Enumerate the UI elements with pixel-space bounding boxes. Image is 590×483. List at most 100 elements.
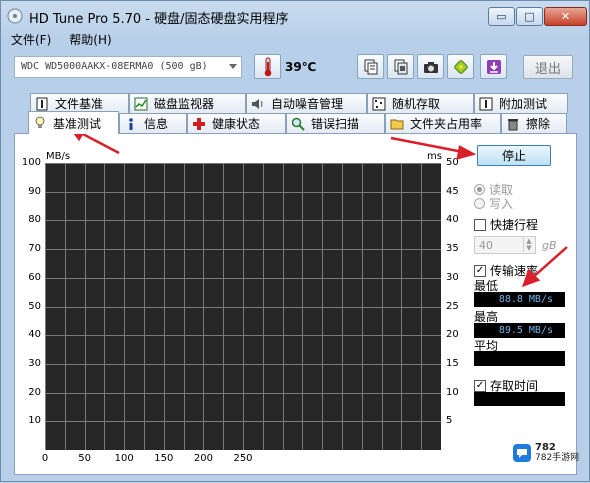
tab-health[interactable]: 健康状态 [187,113,286,133]
transfer-rate-box: ✓ [474,264,486,277]
thermometer-icon [264,57,271,76]
y-tick-left: 20 [28,386,41,398]
chevron-down-icon [229,64,237,69]
y-tick-left: 30 [28,357,41,369]
benchmark-chart [45,163,442,451]
menu-help[interactable]: 帮助(H) [69,31,111,49]
y-tick-right: 25 [446,300,459,312]
tab-folder-usage[interactable]: 文件夹占用率 [385,113,501,133]
folder-icon [390,119,404,129]
y-tick-right: 10 [446,386,459,398]
logo-icon [513,444,531,462]
download-icon [486,59,501,74]
app-icon [7,8,23,24]
quick-stroke-label: 快捷行程 [490,218,539,232]
screenshot-button[interactable] [417,54,444,79]
access-time-readout [474,392,565,406]
extra-tests-icon [479,97,493,110]
spin-arrows-icon[interactable]: ▲ ▼ [523,238,534,252]
tab-info[interactable]: 信息 [119,113,187,133]
quick-stroke-checkbox[interactable]: 快捷行程 [474,216,538,233]
x-tick: 100 [114,453,134,464]
write-radio[interactable]: 写入 [474,195,513,212]
y-tick-right: 35 [446,243,459,255]
read-radio-dot [474,184,485,195]
chart-grid [45,163,442,451]
menu-file[interactable]: 文件(F) [11,31,51,49]
tab-error-scan[interactable]: 错误扫描 [286,113,385,133]
min-readout: 88.8 MB/s [474,292,565,307]
y-tick-left: 80 [28,214,41,226]
drive-select-value: WDC WD5000AAKX-08ERMA0 (500 gB) [21,61,208,72]
minimize-button[interactable]: ▭ [488,7,515,26]
tab-random-access[interactable]: 随机存取 [367,93,474,113]
tab-noise-management[interactable]: 自动噪音管理 [246,93,367,113]
y-tick-left: 70 [28,243,41,255]
y-tick-left: 100 [21,157,41,168]
copy-info-button[interactable] [357,54,384,79]
quick-stroke-box [474,218,486,231]
stop-label: 停止 [501,149,526,163]
copy-screen-icon [394,59,407,74]
tab-disk-monitor[interactable]: 磁盘监视器 [129,93,246,113]
tab-extra-tests[interactable]: 附加测试 [474,93,568,113]
y-tick-left: 10 [28,415,41,427]
trash-icon [508,118,518,130]
y-tick-right: 20 [446,329,459,341]
y-tick-right: 5 [446,415,453,427]
y-axis-unit-left: MB/s [46,151,71,162]
minimize-icon: ▭ [496,10,507,23]
logo-site: 782手游网 [535,453,580,463]
stop-button[interactable]: 停止 [477,145,551,166]
copy-info-icon [364,59,377,74]
drive-select[interactable]: WDC WD5000AAKX-08ERMA0 (500 gB) [14,56,242,78]
y-tick-right: 15 [446,357,459,369]
write-label: 写入 [489,197,514,211]
lightbulb-icon [35,116,45,128]
max-readout: 89.5 MB/s [474,323,565,338]
logo-text: 782 782手游网 [535,442,580,464]
watermark-logo: 782 782手游网 [513,443,579,463]
save-button[interactable] [480,54,507,79]
copy-screen-button[interactable] [387,54,414,79]
temperature-value: 39℃ [285,60,317,74]
x-tick: 200 [193,453,213,464]
y-tick-right: 45 [446,185,459,197]
camera-icon [423,61,438,73]
tab-file-benchmark[interactable]: 文件基准 [30,93,129,113]
speaker-icon [252,98,263,109]
logo-number: 782 [535,442,556,453]
menu-bar: 文件(F) 帮助(H) [5,31,112,49]
health-button[interactable] [447,54,474,79]
y-axis-unit-right: ms [427,151,442,162]
health-icon [453,59,468,74]
info-icon [129,117,133,130]
quick-stroke-value: 40 [479,239,493,252]
y-tick-left: 50 [28,300,41,312]
random-access-icon [372,97,386,110]
x-tick: 250 [233,453,253,464]
close-icon: ✕ [560,10,571,23]
avg-readout [474,351,565,366]
x-tick: 50 [78,453,91,464]
title-bar: HD Tune Pro 5.70 - 硬盘/固态硬盘实用程序 ▭ □ ✕ [1,1,589,31]
tab-erase[interactable]: 擦除 [501,113,567,133]
close-button[interactable]: ✕ [544,7,587,26]
y-tick-left: 40 [28,329,41,341]
x-tick: 0 [41,453,49,464]
app-window: HD Tune Pro 5.70 - 硬盘/固态硬盘实用程序 ▭ □ ✕ 文件(… [0,0,590,482]
y-tick-left: 60 [28,271,41,283]
y-tick-right: 30 [446,271,459,283]
tab-benchmark[interactable]: 基准测试 [28,111,119,134]
magnifier-icon [291,117,305,131]
thermometer-button [254,54,281,79]
maximize-icon: □ [524,10,535,23]
y-tick-left: 90 [28,185,41,197]
quick-stroke-unit: gB [542,239,557,252]
exit-button[interactable]: 退出 [523,55,573,79]
quick-stroke-input[interactable]: 40 ▲ ▼ [474,236,536,254]
maximize-button[interactable]: □ [516,7,543,26]
y-tick-right: 40 [446,214,459,226]
x-tick: 150 [154,453,174,464]
file-benchmark-icon [36,97,48,110]
